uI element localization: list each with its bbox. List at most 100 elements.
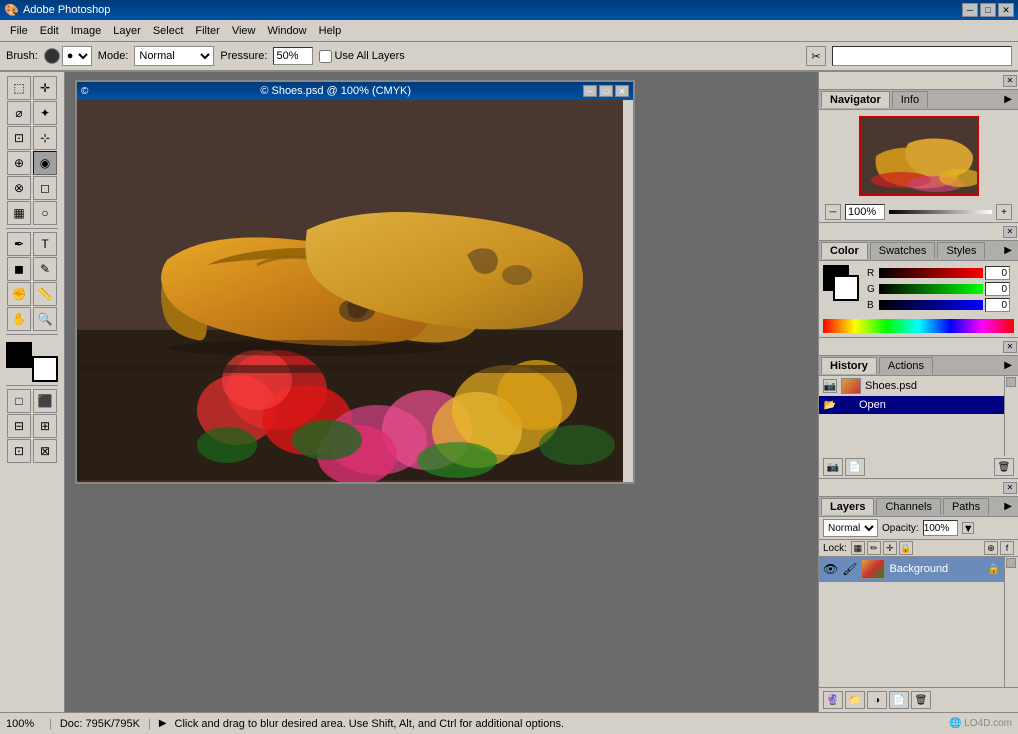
layer-mode-select[interactable]: Normal: [823, 519, 878, 537]
foreground-color[interactable]: [6, 342, 32, 368]
tab-navigator[interactable]: Navigator: [821, 91, 890, 108]
delete-history-btn[interactable]: 🗑: [994, 458, 1014, 476]
menu-layer[interactable]: Layer: [107, 23, 147, 39]
menu-help[interactable]: Help: [313, 23, 348, 39]
pressure-input[interactable]: [273, 47, 313, 65]
menu-view[interactable]: View: [226, 23, 262, 39]
dodge-tool[interactable]: ○: [33, 201, 57, 225]
standard-mode-btn[interactable]: □: [7, 389, 31, 413]
new-layer-btn[interactable]: 📄: [889, 691, 909, 709]
brush-size-select[interactable]: ●: [62, 46, 92, 66]
maximize-button[interactable]: □: [980, 3, 996, 17]
lock-image-btn[interactable]: ✏: [867, 541, 881, 555]
lock-position-btn[interactable]: ✛: [883, 541, 897, 555]
tab-actions[interactable]: Actions: [879, 357, 933, 374]
tab-layers[interactable]: Layers: [821, 498, 874, 515]
layer-fx-btn[interactable]: f: [1000, 541, 1014, 555]
color-spectrum[interactable]: [823, 319, 1014, 333]
layer-visibility-icon[interactable]: 👁: [823, 562, 838, 576]
healing-tool[interactable]: ⊕: [7, 151, 31, 175]
delete-layer-btn[interactable]: 🗑: [911, 691, 931, 709]
history-close-btn[interactable]: ✕: [1003, 341, 1017, 353]
opacity-arrow-btn[interactable]: ▼: [962, 522, 974, 534]
marquee-tool[interactable]: ⬚: [7, 76, 31, 100]
history-menu-btn[interactable]: ▶: [1000, 360, 1016, 371]
b-value-input[interactable]: [985, 298, 1010, 312]
navigator-close-btn[interactable]: ✕: [1003, 75, 1017, 87]
doc-maximize-btn[interactable]: □: [599, 85, 613, 97]
new-fill-btn[interactable]: ◑: [867, 691, 887, 709]
new-snapshot-btn[interactable]: 📷: [823, 458, 843, 476]
menu-filter[interactable]: Filter: [189, 23, 225, 39]
text-tool[interactable]: T: [33, 232, 57, 256]
screen-mode-btn4[interactable]: ⊠: [33, 439, 57, 463]
zoom-tool[interactable]: 🔍: [33, 307, 57, 331]
lock-all-btn[interactable]: 🔒: [899, 541, 913, 555]
red-slider[interactable]: [879, 268, 983, 278]
screen-mode-btn2[interactable]: ⊞: [33, 414, 57, 438]
layer-background[interactable]: 👁 🖌 Background 🔒: [819, 557, 1004, 582]
bg-swatch[interactable]: [833, 275, 859, 301]
tab-swatches[interactable]: Swatches: [870, 242, 936, 259]
measure-tool[interactable]: 📏: [33, 282, 57, 306]
history-scrollbar[interactable]: [1004, 376, 1018, 456]
notes-tool[interactable]: ✎: [33, 257, 57, 281]
slice-tool[interactable]: ⊹: [33, 126, 57, 150]
blur-tool[interactable]: ◉: [33, 151, 57, 175]
gradient-tool[interactable]: ▦: [7, 201, 31, 225]
history-item-source[interactable]: 📷 Shoes.psd: [819, 376, 1004, 396]
screen-mode-btn3[interactable]: ⊡: [7, 439, 31, 463]
crop-tool[interactable]: ⊡: [7, 126, 31, 150]
magic-wand-tool[interactable]: ✦: [33, 101, 57, 125]
layer-link-btn[interactable]: ⊕: [984, 541, 998, 555]
close-button[interactable]: ✕: [998, 3, 1014, 17]
layer-effects-btn[interactable]: 🔮: [823, 691, 843, 709]
r-value-input[interactable]: [985, 266, 1010, 280]
color-menu-btn[interactable]: ▶: [1000, 245, 1016, 256]
tab-history[interactable]: History: [821, 357, 877, 374]
menu-file[interactable]: File: [4, 23, 34, 39]
navigator-menu-btn[interactable]: ▶: [1000, 94, 1016, 105]
eyedropper-tool[interactable]: ✊: [7, 282, 31, 306]
move-tool[interactable]: ✛: [33, 76, 57, 100]
menu-window[interactable]: Window: [262, 23, 313, 39]
green-slider[interactable]: [879, 284, 983, 294]
history-item-open[interactable]: 📂 Open: [819, 396, 1004, 414]
opacity-input[interactable]: [923, 520, 958, 536]
options-extra-btn[interactable]: ✂: [806, 46, 826, 66]
minimize-button[interactable]: ─: [962, 3, 978, 17]
zoom-slider[interactable]: [889, 210, 992, 214]
doc-minimize-btn[interactable]: ─: [583, 85, 597, 97]
tab-paths[interactable]: Paths: [943, 498, 989, 515]
tab-info[interactable]: Info: [892, 91, 928, 108]
eraser-tool[interactable]: ◻: [33, 176, 57, 200]
layers-scrollbar[interactable]: [1004, 557, 1018, 687]
zoom-in-btn[interactable]: +: [996, 204, 1012, 220]
layers-menu-btn[interactable]: ▶: [1000, 501, 1016, 512]
new-layer-set-btn[interactable]: 📁: [845, 691, 865, 709]
layer-brush-icon[interactable]: 🖌: [842, 562, 857, 576]
tab-styles[interactable]: Styles: [937, 242, 985, 259]
zoom-out-btn[interactable]: ─: [825, 204, 841, 220]
background-color[interactable]: [32, 356, 58, 382]
lock-transparent-btn[interactable]: ▦: [851, 541, 865, 555]
layers-close-btn[interactable]: ✕: [1003, 482, 1017, 494]
lasso-tool[interactable]: ⌀: [7, 101, 31, 125]
shape-tool[interactable]: ◼: [7, 257, 31, 281]
color-close-btn[interactable]: ✕: [1003, 226, 1017, 238]
g-value-input[interactable]: [985, 282, 1010, 296]
blue-slider[interactable]: [879, 300, 983, 310]
use-all-layers-checkbox[interactable]: [319, 50, 332, 63]
tab-color[interactable]: Color: [821, 242, 868, 259]
mode-select[interactable]: Normal Dissolve Multiply: [134, 46, 214, 66]
menu-image[interactable]: Image: [65, 23, 108, 39]
clone-tool[interactable]: ⊗: [7, 176, 31, 200]
tab-channels[interactable]: Channels: [876, 498, 940, 515]
document-canvas[interactable]: [77, 100, 623, 482]
new-doc-from-state-btn[interactable]: 📄: [845, 458, 865, 476]
menu-select[interactable]: Select: [147, 23, 190, 39]
screen-mode-btn1[interactable]: ⊟: [7, 414, 31, 438]
zoom-input[interactable]: [845, 204, 885, 220]
quick-mask-btn[interactable]: ⬛: [33, 389, 57, 413]
doc-close-btn[interactable]: ✕: [615, 85, 629, 97]
